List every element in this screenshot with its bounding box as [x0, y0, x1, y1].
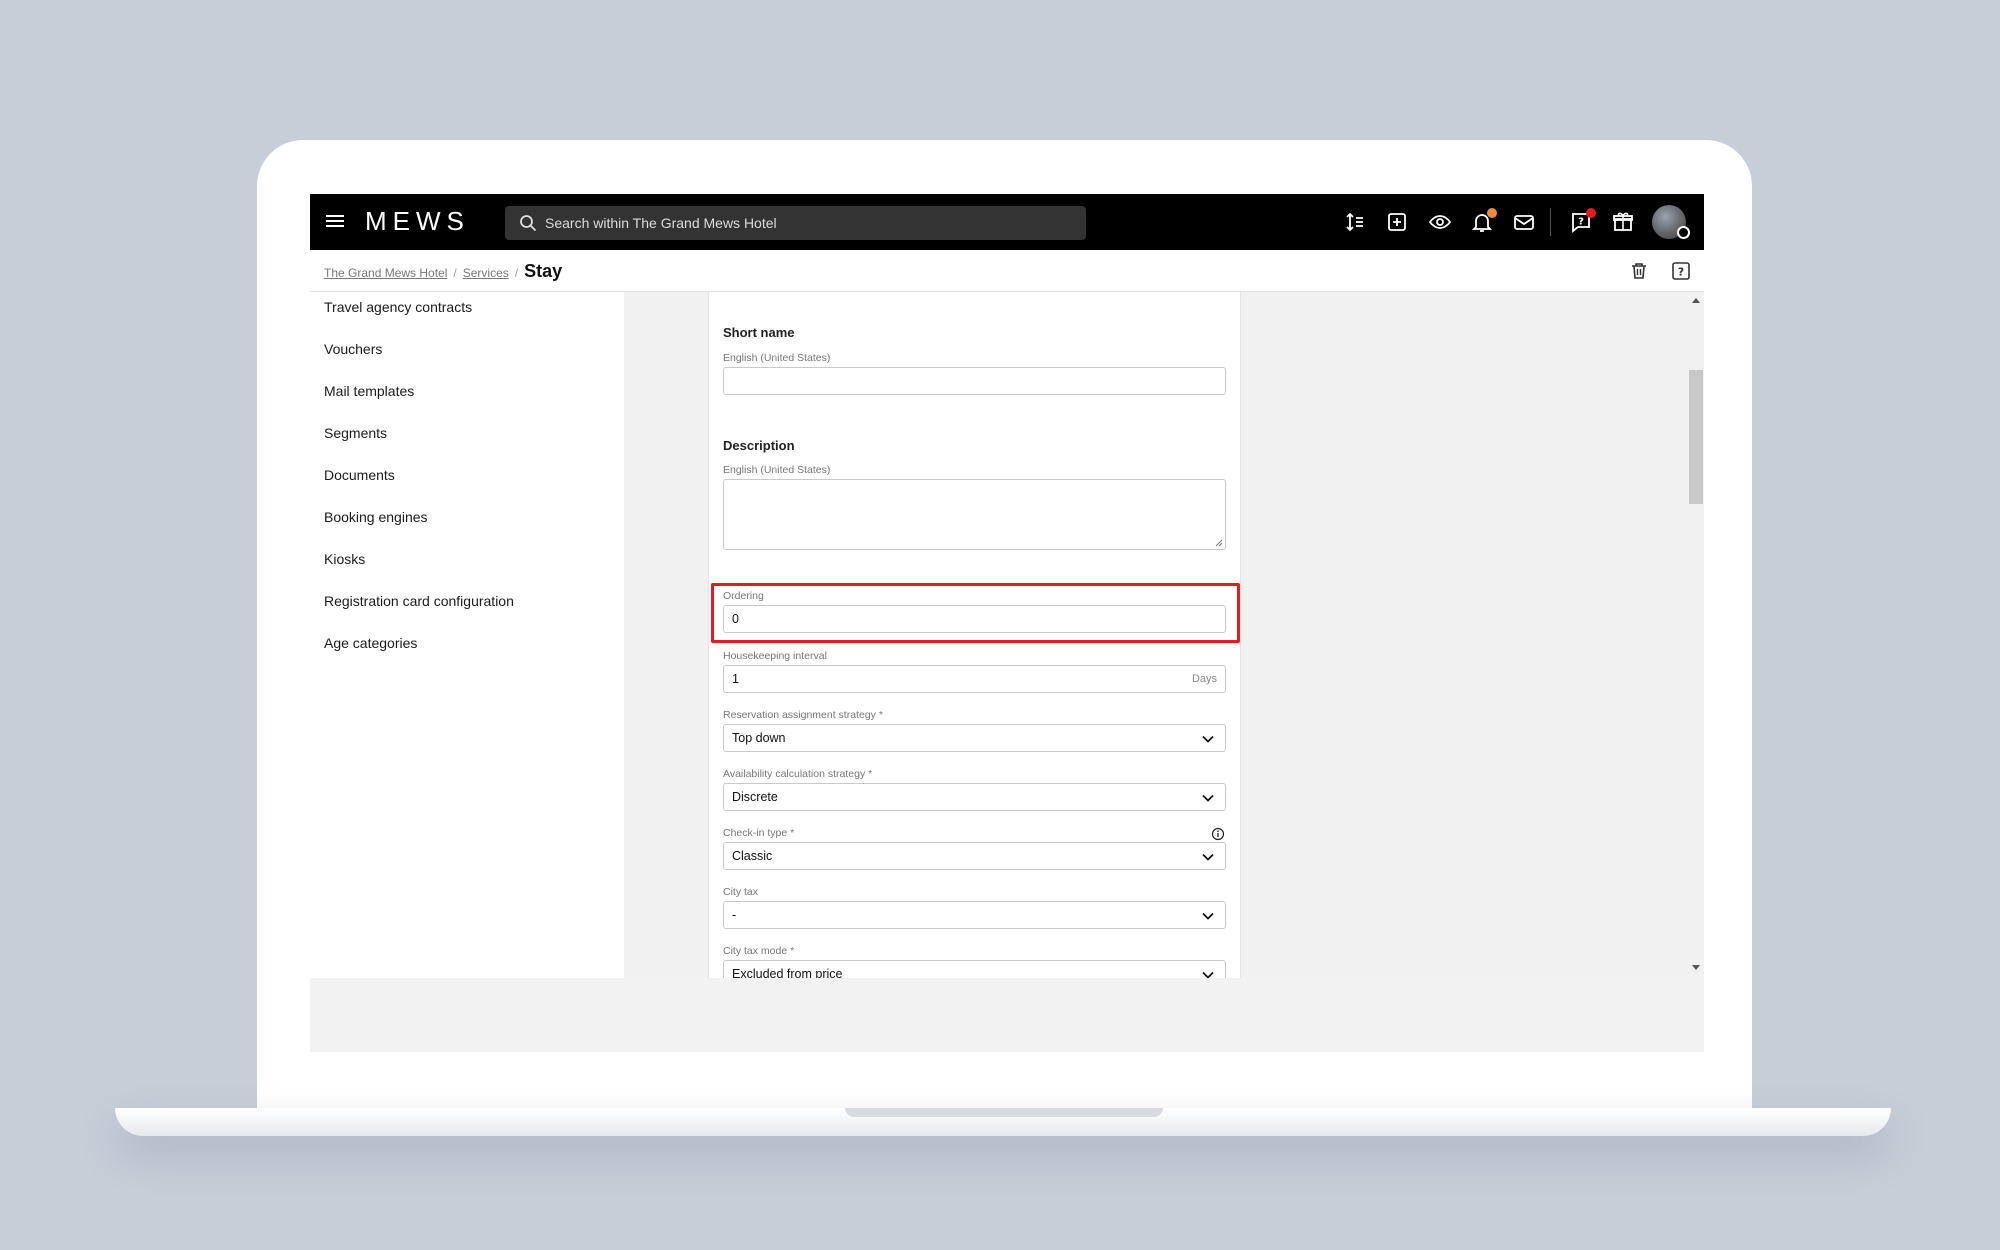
eye-icon[interactable] — [1428, 210, 1452, 234]
sidebar-item-documents[interactable]: Documents — [324, 467, 395, 483]
laptop-notch — [845, 1108, 1163, 1117]
service-form: Short name English (United States) Descr… — [708, 292, 1241, 978]
city-tax-mode-label: City tax mode * — [723, 945, 795, 957]
description-textarea[interactable] — [723, 479, 1226, 550]
sidebar-item-booking-engines[interactable]: Booking engines — [324, 509, 428, 525]
ordering-label: Ordering — [723, 590, 764, 602]
sidebar-item-registration-card-configuration[interactable]: Registration card configuration — [324, 593, 514, 609]
help-icon[interactable]: ? — [1569, 208, 1596, 234]
help-square-icon[interactable]: ? — [1670, 260, 1692, 282]
settings-sidebar: Travel agency contracts Vouchers Mail te… — [310, 292, 624, 978]
chevron-down-icon — [1202, 912, 1214, 920]
footer-area — [310, 978, 1704, 1052]
trash-icon[interactable] — [1628, 260, 1650, 282]
avatar-status-badge — [1677, 226, 1690, 239]
housekeeping-interval-label: Housekeeping interval — [723, 650, 827, 662]
mews-logo[interactable]: MEWS — [365, 206, 470, 237]
city-tax-select[interactable]: - — [723, 901, 1226, 929]
description-title: Description — [723, 438, 795, 453]
page-title: Stay — [524, 261, 563, 281]
chevron-down-icon — [1202, 794, 1214, 802]
description-language-label: English (United States) — [723, 464, 831, 476]
search-input[interactable] — [545, 206, 1075, 240]
sidebar-item-travel-agency-contracts[interactable]: Travel agency contracts — [324, 299, 472, 315]
scrollbar-thumb[interactable] — [1689, 370, 1703, 504]
housekeeping-interval-input[interactable]: 1 Days — [723, 665, 1226, 693]
breadcrumb-services-link[interactable]: Services — [463, 266, 509, 280]
breadcrumb-separator: / — [514, 266, 519, 280]
city-tax-mode-select[interactable]: Excluded from price — [723, 960, 1226, 978]
chevron-down-icon — [1202, 971, 1214, 978]
short-name-title: Short name — [723, 325, 795, 340]
breadcrumb-separator: / — [453, 266, 457, 280]
content-area: Short name English (United States) Descr… — [624, 292, 1704, 978]
add-icon[interactable] — [1385, 210, 1409, 234]
breadcrumb: The Grand Mews Hotel / Services / Stay — [324, 261, 562, 282]
availability-calculation-strategy-select[interactable]: Discrete — [723, 783, 1226, 811]
sort-icon[interactable] — [1343, 210, 1367, 234]
search-bar[interactable] — [505, 206, 1086, 240]
help-badge — [1586, 208, 1596, 218]
svg-text:?: ? — [1678, 266, 1684, 279]
availability-calculation-strategy-label: Availability calculation strategy * — [723, 768, 873, 780]
app-screen: MEWS ? — [310, 194, 1704, 1052]
notification-badge — [1487, 208, 1497, 218]
vertical-scrollbar[interactable] — [1688, 292, 1704, 978]
sidebar-item-kiosks[interactable]: Kiosks — [324, 551, 365, 567]
chevron-down-icon — [1202, 853, 1214, 861]
resize-handle-icon[interactable] — [1214, 538, 1223, 547]
short-name-input[interactable] — [723, 367, 1226, 395]
bell-icon[interactable] — [1470, 208, 1497, 234]
sidebar-item-segments[interactable]: Segments — [324, 425, 387, 441]
reservation-assignment-strategy-select[interactable]: Top down — [723, 724, 1226, 752]
sidebar-item-vouchers[interactable]: Vouchers — [324, 341, 382, 357]
sidebar-item-age-categories[interactable]: Age categories — [324, 635, 417, 651]
svg-text:?: ? — [1578, 217, 1584, 228]
chevron-down-icon — [1202, 735, 1214, 743]
city-tax-label: City tax — [723, 886, 759, 898]
breadcrumb-bar: The Grand Mews Hotel / Services / Stay ? — [310, 250, 1704, 292]
breadcrumb-hotel-link[interactable]: The Grand Mews Hotel — [324, 266, 447, 280]
mail-icon[interactable] — [1512, 210, 1536, 234]
top-navigation-bar: MEWS ? — [310, 194, 1704, 250]
check-in-type-select[interactable]: Classic — [723, 842, 1226, 870]
topbar-divider — [1550, 208, 1551, 236]
check-in-type-label: Check-in type * — [723, 827, 795, 839]
info-icon[interactable] — [1211, 827, 1225, 841]
search-icon — [520, 215, 536, 231]
gift-icon[interactable] — [1611, 210, 1635, 234]
reservation-assignment-strategy-label: Reservation assignment strategy * — [723, 709, 883, 721]
ordering-input[interactable]: 0 — [723, 605, 1226, 633]
scroll-down-arrow-icon[interactable] — [1692, 965, 1700, 970]
hamburger-menu-icon[interactable] — [326, 212, 344, 230]
days-suffix: Days — [1191, 673, 1217, 685]
scroll-up-arrow-icon[interactable] — [1692, 298, 1700, 303]
sidebar-item-mail-templates[interactable]: Mail templates — [324, 383, 414, 399]
short-name-language-label: English (United States) — [723, 352, 831, 364]
